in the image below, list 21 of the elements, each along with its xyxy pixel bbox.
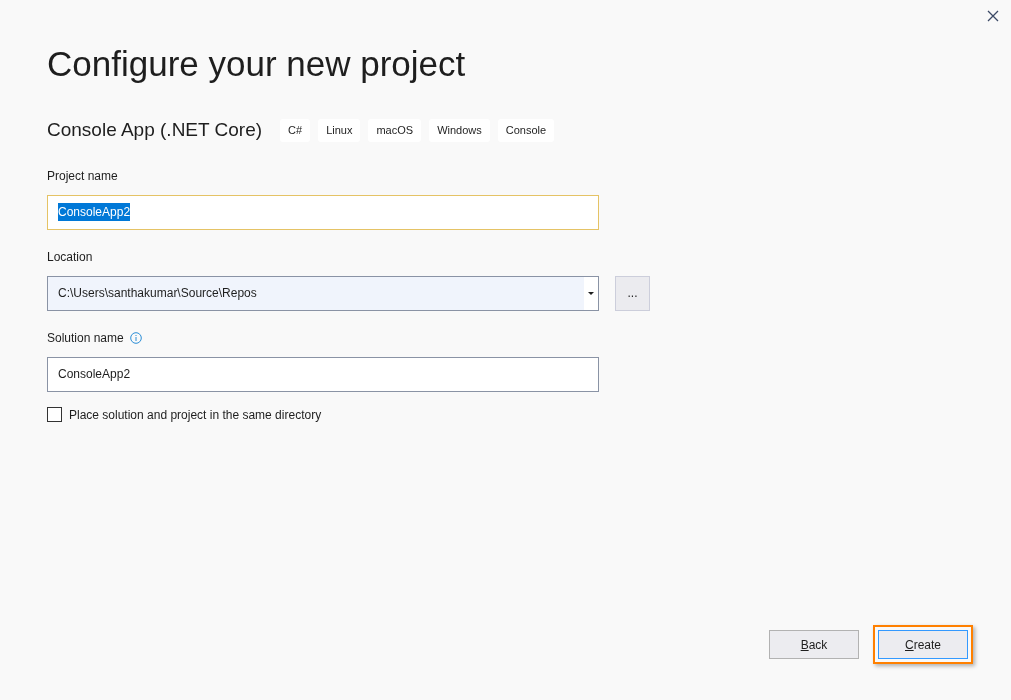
location-combo[interactable]: C:\Users\santhakumar\Source\Repos xyxy=(47,275,599,311)
template-tag: Console xyxy=(497,119,555,142)
dropdown-caret-icon xyxy=(584,276,598,310)
dialog-button[interactable]: Create xyxy=(878,630,968,659)
browse-button[interactable]: ... xyxy=(615,275,650,311)
template-tag: macOS xyxy=(368,119,422,142)
template-tag: Windows xyxy=(429,119,490,142)
close-icon xyxy=(987,10,999,22)
template-tag: Linux xyxy=(318,119,361,142)
field-label: Location xyxy=(47,248,93,266)
text-field[interactable]: ConsoleApp2 xyxy=(47,356,599,392)
field-value: C:\Users\santhakumar\Source\Repos xyxy=(57,285,258,302)
field-label: Project name xyxy=(47,167,118,185)
checkbox-label: Place solution and project in the same directory xyxy=(69,406,322,424)
field-label: Solution name xyxy=(47,329,124,347)
checkbox[interactable] xyxy=(47,407,62,422)
text-field[interactable]: ConsoleApp2 xyxy=(47,194,599,230)
template-name: Console App (.NET Core) xyxy=(47,118,263,142)
dialog-title: Configure your new project xyxy=(47,43,466,85)
dialog-button[interactable]: Back xyxy=(769,630,859,659)
template-tag: C# xyxy=(280,119,311,142)
